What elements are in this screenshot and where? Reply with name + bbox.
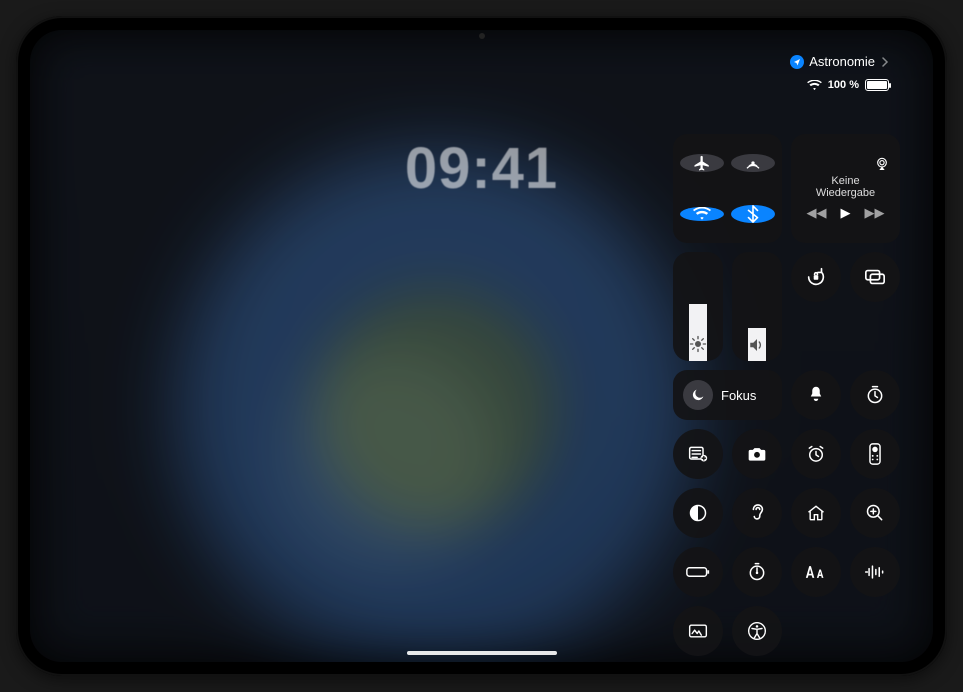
status-bar: 100 % bbox=[807, 79, 889, 91]
airplane-mode-toggle[interactable] bbox=[680, 154, 724, 172]
focus-label: Fokus bbox=[721, 388, 756, 403]
return-to-app-label: Astronomie bbox=[809, 54, 875, 69]
magnifier-button[interactable] bbox=[850, 488, 900, 538]
wifi-status-icon bbox=[807, 80, 822, 91]
home-button[interactable] bbox=[791, 488, 841, 538]
location-arrow-icon bbox=[790, 55, 804, 69]
accessibility-button[interactable] bbox=[732, 606, 782, 656]
brightness-slider[interactable] bbox=[673, 252, 723, 361]
focus-button[interactable]: Fokus bbox=[673, 370, 782, 420]
timer-button[interactable] bbox=[850, 370, 900, 420]
chevron-right-icon bbox=[882, 57, 889, 67]
apple-tv-remote-button[interactable] bbox=[850, 429, 900, 479]
return-to-app-pill[interactable]: Astronomie bbox=[790, 54, 889, 69]
screen-mirroring-button[interactable] bbox=[850, 252, 900, 302]
battery-percent: 100 % bbox=[828, 79, 859, 91]
camera-button[interactable] bbox=[732, 429, 782, 479]
wifi-toggle[interactable] bbox=[680, 207, 724, 221]
silent-mode-button[interactable] bbox=[791, 370, 841, 420]
orientation-lock-button[interactable] bbox=[791, 252, 841, 302]
control-center: Keine Wiedergabe ◀◀ ▶ ▶▶ bbox=[673, 134, 903, 656]
next-track-icon[interactable]: ▶▶ bbox=[865, 205, 885, 221]
low-power-button[interactable] bbox=[673, 547, 723, 597]
voice-memos-button[interactable] bbox=[850, 547, 900, 597]
stopwatch-button[interactable] bbox=[732, 547, 782, 597]
quick-note-button[interactable] bbox=[673, 429, 723, 479]
lock-clock: 09:41 bbox=[405, 135, 558, 202]
airplay-icon[interactable] bbox=[874, 157, 890, 171]
moon-icon bbox=[683, 380, 713, 410]
alarm-button[interactable] bbox=[791, 429, 841, 479]
play-icon[interactable]: ▶ bbox=[841, 205, 851, 221]
hearing-button[interactable] bbox=[732, 488, 782, 538]
previous-track-icon[interactable]: ◀◀ bbox=[807, 205, 827, 221]
battery-icon bbox=[865, 79, 889, 91]
airdrop-toggle[interactable] bbox=[731, 154, 775, 172]
dark-mode-button[interactable] bbox=[673, 488, 723, 538]
bluetooth-toggle[interactable] bbox=[731, 205, 775, 223]
front-camera-dot bbox=[479, 33, 485, 39]
brightness-fill bbox=[689, 304, 707, 361]
home-indicator[interactable] bbox=[407, 651, 557, 655]
now-playing-module[interactable]: Keine Wiedergabe ◀◀ ▶ ▶▶ bbox=[791, 134, 900, 243]
volume-fill bbox=[748, 328, 766, 361]
text-size-button[interactable] bbox=[791, 547, 841, 597]
now-playing-title: Keine Wiedergabe bbox=[801, 175, 890, 199]
connectivity-module[interactable] bbox=[673, 134, 782, 243]
background-sounds-button[interactable] bbox=[673, 606, 723, 656]
volume-slider[interactable] bbox=[732, 252, 782, 361]
